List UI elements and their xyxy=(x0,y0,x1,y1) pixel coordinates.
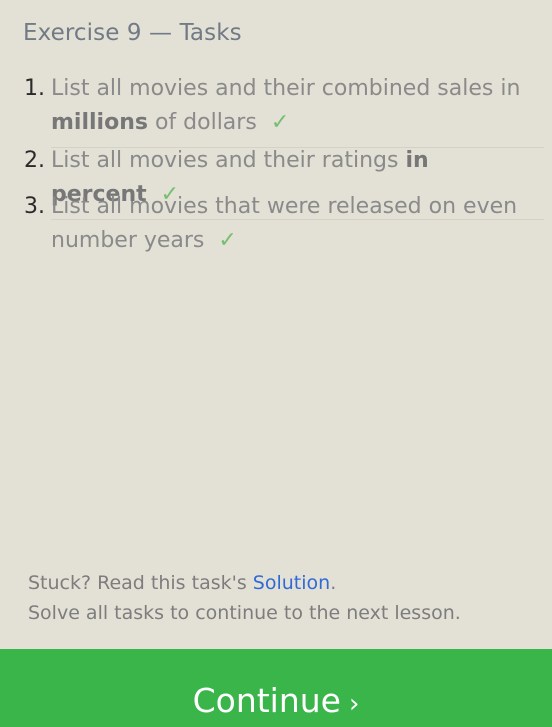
task-number: 2. xyxy=(24,148,45,173)
solve-all-text: Solve all tasks to continue to the next … xyxy=(28,602,461,624)
page-title: Exercise 9 — Tasks xyxy=(23,20,242,46)
task-item-3: 3. List all movies that were released on… xyxy=(24,190,544,262)
task-text-before: List all movies and their combined sales… xyxy=(51,76,521,101)
continue-label: Continue xyxy=(192,681,341,720)
continue-button[interactable]: Continue › xyxy=(0,649,552,727)
checkmark-icon: ✓ xyxy=(218,228,237,253)
task-number: 3. xyxy=(24,194,45,219)
task-item-1: 1. List all movies and their combined sa… xyxy=(24,72,544,148)
task-text: List all movies and their combined sales… xyxy=(51,72,544,148)
stuck-text: Stuck? Read this task's xyxy=(28,572,253,594)
tasks-panel: Exercise 9 — Tasks 1. List all movies an… xyxy=(0,0,552,648)
task-text: List all movies that were released on ev… xyxy=(51,190,544,265)
stuck-suffix: . xyxy=(330,572,337,594)
task-item-2: 2. List all movies and their ratings in … xyxy=(24,144,544,220)
task-list: 1. List all movies and their combined sa… xyxy=(24,72,544,262)
solution-link[interactable]: Solution xyxy=(253,572,330,594)
task-text-bold: millions xyxy=(51,110,148,135)
task-text-after: of dollars xyxy=(147,110,257,135)
checkmark-icon: ✓ xyxy=(270,110,290,135)
chevron-right-icon: › xyxy=(348,689,360,719)
task-text-before: List all movies that were released on ev… xyxy=(51,194,518,253)
footer-help: Stuck? Read this task's Solution. Solve … xyxy=(28,568,461,628)
stuck-line: Stuck? Read this task's Solution. xyxy=(28,568,461,598)
task-number: 1. xyxy=(24,76,45,101)
task-text-before: List all movies and their ratings xyxy=(51,148,406,173)
